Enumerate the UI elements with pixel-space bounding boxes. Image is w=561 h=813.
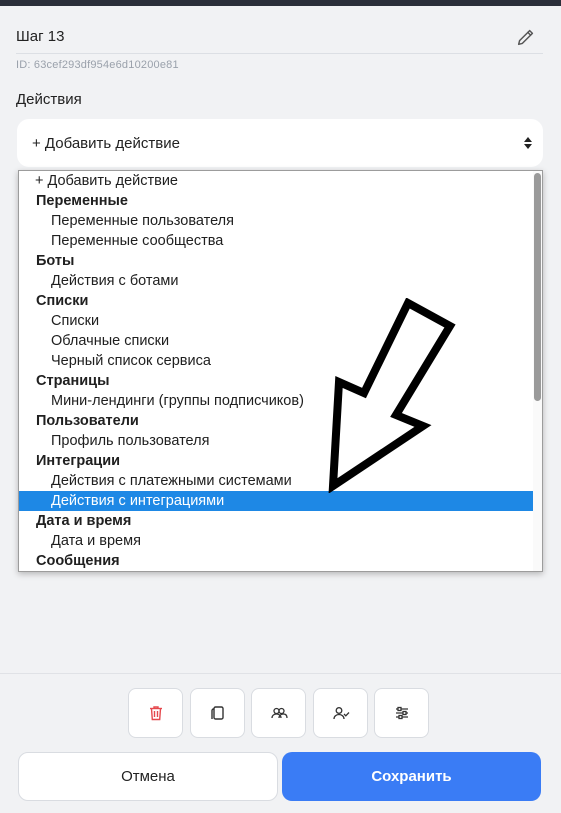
- dropdown-scrollbar[interactable]: [533, 171, 542, 571]
- copy-icon: [210, 706, 224, 720]
- top-bar: [0, 0, 561, 6]
- select-value: + Добавить действие: [32, 135, 180, 152]
- dropdown-group-header: Интеграции: [36, 453, 121, 469]
- dropdown-group-header: Боты: [36, 253, 75, 269]
- pencil-icon[interactable]: [515, 26, 537, 48]
- dropdown-option[interactable]: Действия с ботами: [19, 271, 534, 291]
- users-icon: [270, 707, 288, 719]
- dropdown-options: + Добавить действие Переменные Переменные …: [19, 171, 534, 571]
- cancel-button[interactable]: Отмена: [18, 752, 278, 801]
- dropdown-option[interactable]: Облачные списки: [19, 331, 534, 351]
- dropdown-option[interactable]: Профиль пользователя: [19, 431, 534, 451]
- dropdown-group-header: Страницы: [36, 373, 110, 389]
- sliders-icon: [395, 706, 408, 720]
- dropdown-option[interactable]: Черный список сервиса: [19, 351, 534, 371]
- dropdown-group-header: Переменные: [36, 193, 128, 209]
- trash-icon: [149, 706, 162, 721]
- actions-dropdown-list[interactable]: + Добавить действие Переменные Переменные …: [18, 170, 543, 572]
- dropdown-option[interactable]: Переменные пользователя: [19, 211, 534, 231]
- save-button[interactable]: Сохранить: [282, 752, 541, 801]
- dropdown-option[interactable]: Переменные сообщества: [19, 231, 534, 251]
- dropdown-option[interactable]: Дата и время: [19, 531, 534, 551]
- dropdown-scroll-thumb[interactable]: [534, 173, 541, 401]
- settings-button[interactable]: [374, 688, 429, 738]
- dropdown-group-header: Сообщения: [36, 553, 120, 569]
- dropdown-group-header: Списки: [36, 293, 89, 309]
- select-arrows-icon: [524, 137, 532, 149]
- user-check-icon: [332, 707, 349, 720]
- delete-button[interactable]: [128, 688, 183, 738]
- audience-button[interactable]: [251, 688, 306, 738]
- dropdown-option[interactable]: Списки: [19, 311, 534, 331]
- step-id: ID: 63cef293df954e6d10200e81: [16, 59, 179, 71]
- dropdown-group-header: Дата и время: [36, 513, 132, 529]
- dropdown-option[interactable]: Мини-лендинги (группы подписчиков): [19, 391, 534, 411]
- step-title: Шаг 13: [16, 28, 65, 45]
- dropdown-group-header: Пользователи: [36, 413, 139, 429]
- add-action-select[interactable]: + Добавить действие: [17, 119, 543, 167]
- dropdown-option[interactable]: Действия с интеграциями: [19, 491, 534, 511]
- step-header: Шаг 13: [16, 22, 543, 54]
- user-check-button[interactable]: [313, 688, 368, 738]
- dropdown-option[interactable]: Действия с платежными системами: [19, 471, 534, 491]
- actions-label: Действия: [16, 91, 82, 108]
- dropdown-option[interactable]: + Добавить действие: [19, 171, 534, 191]
- duplicate-button[interactable]: [190, 688, 245, 738]
